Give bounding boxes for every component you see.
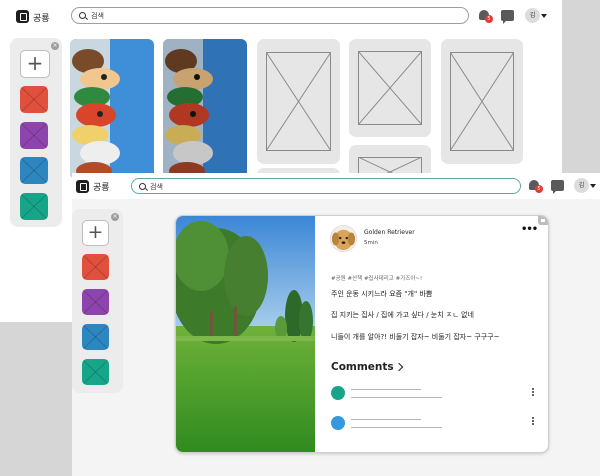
chat-icon[interactable]	[501, 10, 514, 24]
comments-heading[interactable]: Comments	[331, 361, 394, 373]
swatch-purple[interactable]	[20, 122, 48, 149]
commenter-avatar[interactable]	[331, 416, 345, 430]
swatch-teal[interactable]	[82, 359, 109, 385]
search-placeholder: 검색	[150, 183, 163, 191]
app-name: 공룡	[93, 183, 110, 193]
toy-photo-card-selected[interactable]	[163, 39, 247, 179]
top-bar: 공룡 검색 5 김	[72, 173, 600, 199]
comment-options-icon[interactable]	[532, 417, 534, 425]
post-time: 5min	[364, 240, 378, 246]
chevron-down-icon[interactable]	[541, 14, 547, 18]
notification-bell-icon[interactable]: 5	[529, 180, 543, 193]
user-avatar[interactable]: 김	[525, 8, 540, 23]
post-text-line: 니들이 개를 알아?! 비둘기 잡자~ 비둘기 잡자~ 구구구~	[331, 333, 500, 341]
notification-bell-icon[interactable]: 5	[479, 10, 493, 23]
post-photo[interactable]	[176, 216, 315, 452]
comment-text-line	[351, 397, 442, 399]
app-name: 공룡	[33, 14, 50, 24]
color-palette: × +	[72, 209, 123, 393]
placeholder-card[interactable]	[441, 39, 523, 164]
search-icon	[139, 183, 146, 190]
swatch-red[interactable]	[20, 86, 48, 113]
chevron-right-icon[interactable]	[394, 362, 404, 372]
notification-badge: 5	[485, 15, 493, 23]
swatch-teal[interactable]	[20, 193, 48, 220]
app-logo-icon[interactable]	[16, 10, 29, 23]
commenter-avatar[interactable]	[331, 386, 345, 400]
swatch-blue[interactable]	[20, 157, 48, 184]
close-icon[interactable]: ×	[111, 213, 119, 221]
post-text-line: 주인 운동 시키느라 요즘 "개" 바쁨	[331, 290, 433, 298]
app-logo-icon[interactable]	[76, 180, 89, 193]
comment-options-icon[interactable]	[532, 388, 534, 396]
top-bar: 공룡 검색 5 김	[0, 0, 562, 33]
swatch-red[interactable]	[82, 254, 109, 280]
author-name[interactable]: Golden Retriever	[364, 229, 415, 236]
comment-text-line	[351, 427, 442, 429]
close-icon[interactable]: ×	[51, 42, 59, 50]
toy-photo-card[interactable]	[70, 39, 154, 179]
color-palette: × +	[10, 38, 62, 227]
swatch-blue[interactable]	[82, 324, 109, 350]
foreground-window: 공룡 검색 5 김 × + Golden Retriever 5min ••• …	[72, 173, 600, 476]
chat-icon[interactable]	[551, 180, 564, 194]
post-tags[interactable]: #공원 #산책 #집사데리고 #가즈아~!	[331, 274, 422, 282]
notification-badge: 5	[535, 185, 543, 193]
post-detail-card: Golden Retriever 5min ••• #공원 #산책 #집사데리고…	[175, 215, 549, 453]
placeholder-card[interactable]	[257, 39, 340, 164]
more-options-icon[interactable]: •••	[521, 224, 538, 235]
add-button[interactable]: +	[20, 50, 50, 78]
add-button[interactable]: +	[82, 220, 109, 246]
search-input[interactable]: 검색	[131, 178, 521, 194]
comment-name-line	[351, 389, 421, 391]
swatch-purple[interactable]	[82, 289, 109, 315]
search-icon	[79, 12, 86, 19]
placeholder-card[interactable]	[349, 39, 431, 137]
search-placeholder: 검색	[91, 12, 104, 20]
chevron-down-icon[interactable]	[590, 184, 596, 188]
bookmark-icon[interactable]	[538, 216, 548, 225]
post-text-line: 집 지키는 집사 / 집에 가고 싶다 / 눈치 ㅈㄴ 없네	[331, 311, 474, 319]
user-avatar[interactable]: 김	[574, 178, 589, 193]
search-input[interactable]: 검색	[71, 7, 469, 24]
comment-name-line	[351, 419, 421, 421]
author-avatar[interactable]	[330, 225, 357, 252]
